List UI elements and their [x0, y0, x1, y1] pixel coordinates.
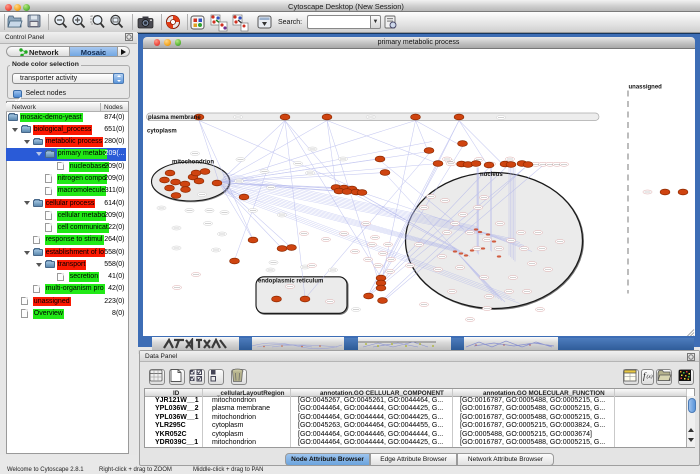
svg-text:endoplasmic reticulum: endoplasmic reticulum — [258, 278, 323, 284]
svg-text:unassigned: unassigned — [629, 84, 663, 90]
svg-text:cytoplasm: cytoplasm — [147, 128, 177, 134]
svg-text:nucleus: nucleus — [480, 172, 503, 178]
svg-text:(x): (x) — [647, 373, 653, 380]
svg-text:plasma membrane: plasma membrane — [148, 115, 201, 121]
svg-text:mitochondrion: mitochondrion — [172, 159, 214, 165]
